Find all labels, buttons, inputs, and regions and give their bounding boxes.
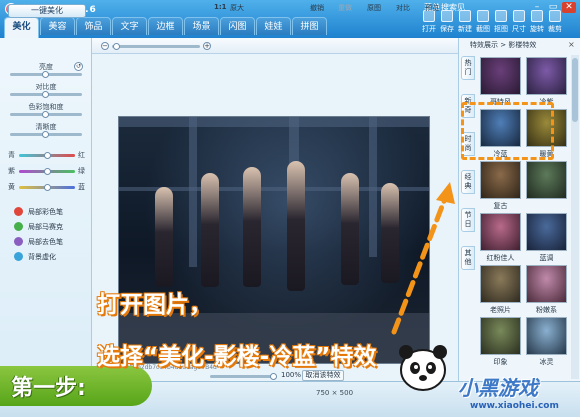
watermark-logo: 小黑游戏 xyxy=(458,376,538,400)
annotation-arrow xyxy=(391,182,455,335)
watermark-url: www.xiaohei.com xyxy=(470,401,559,411)
panda-mascot-icon xyxy=(399,345,447,391)
